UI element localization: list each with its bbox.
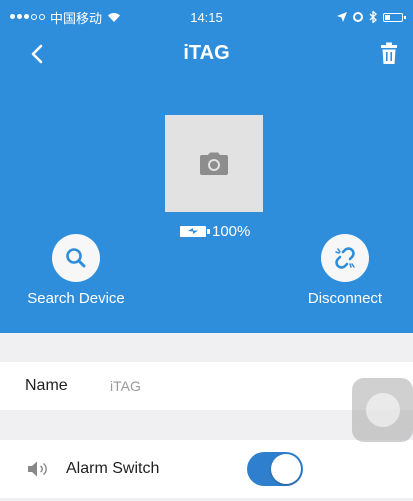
signal-strength-icon (10, 14, 45, 20)
search-device-label: Search Device (27, 290, 125, 307)
search-device-button[interactable]: Search Device (16, 234, 136, 307)
disconnect-button[interactable]: Disconnect (285, 234, 405, 307)
disconnect-button-circle[interactable] (321, 234, 369, 282)
broken-link-icon (335, 247, 355, 269)
wifi-icon (108, 12, 121, 22)
battery-charging-icon (180, 225, 210, 237)
navigation-bar: iTAG (0, 36, 413, 76)
status-battery-icon (383, 12, 406, 22)
status-right (337, 11, 406, 23)
assistive-touch-button[interactable] (352, 378, 413, 442)
trash-icon[interactable] (378, 42, 400, 66)
search-icon (66, 248, 86, 268)
status-left: 中国移动 (10, 8, 121, 27)
carrier-name: 中国移动 (50, 10, 103, 26)
bluetooth-icon (369, 11, 377, 23)
device-photo[interactable] (165, 115, 263, 212)
camera-icon (200, 152, 228, 175)
assistive-touch-inner (366, 393, 400, 427)
device-header: 中国移动 14:15 iTAG 100% Search Device Disco… (0, 0, 413, 333)
alarm-switch-toggle[interactable] (247, 452, 303, 486)
location-arrow-icon (337, 12, 347, 22)
disconnect-label: Disconnect (307, 290, 383, 307)
device-battery: 100% (180, 222, 250, 240)
name-value[interactable]: iTAG (110, 378, 141, 394)
speaker-icon (28, 461, 47, 477)
name-label: Name (25, 377, 68, 394)
toggle-knob[interactable] (271, 454, 301, 484)
alarm-switch-row: Alarm Switch (0, 440, 413, 498)
page-title: iTAG (183, 42, 230, 64)
battery-percent: 100% (212, 222, 251, 240)
alarm-switch-label: Alarm Switch (66, 460, 160, 477)
status-bar: 中国移动 14:15 (0, 0, 413, 34)
search-button-circle[interactable] (52, 234, 100, 282)
alarm-clock-icon (353, 12, 363, 22)
